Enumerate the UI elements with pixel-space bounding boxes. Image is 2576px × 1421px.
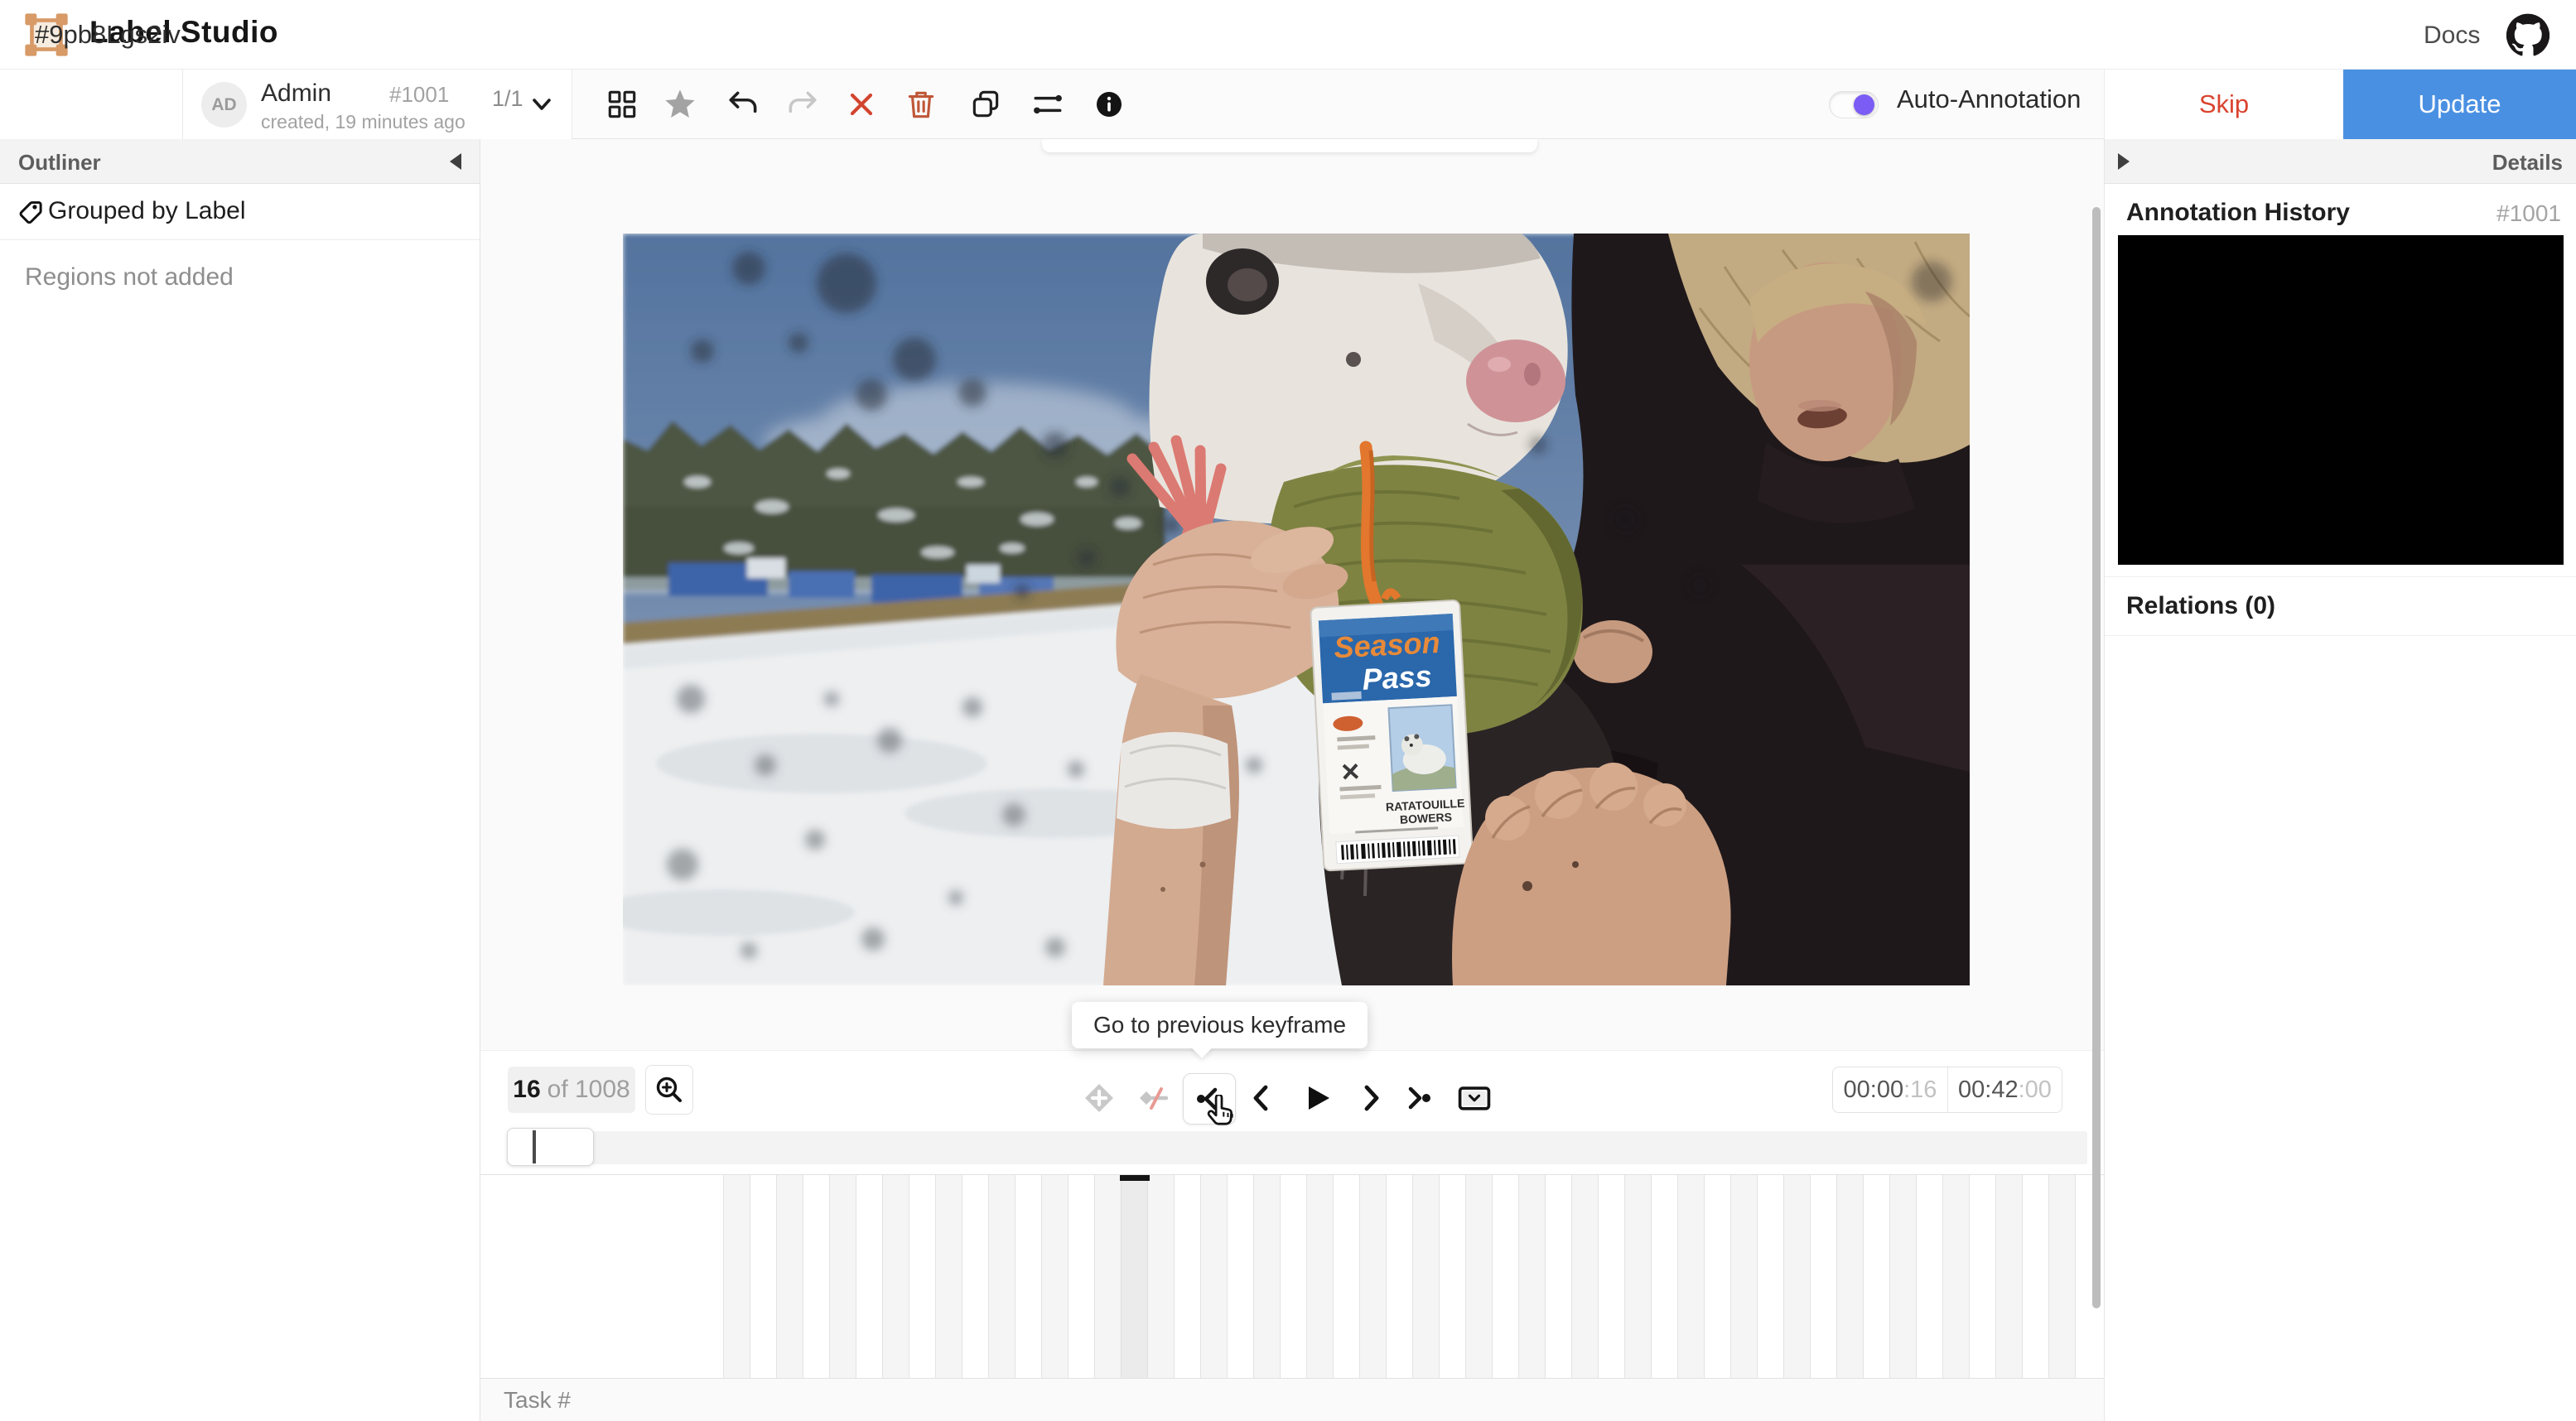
timeline-collapse-icon: [1458, 1086, 1491, 1110]
group-by-label-dropdown[interactable]: Grouped by Label: [0, 184, 480, 240]
outliner-panel: Outliner Grouped by Label Regions not ad…: [0, 139, 480, 1421]
toggle-knob: [1854, 94, 1874, 115]
playhead-cap: [1120, 1175, 1150, 1181]
chevron-left-icon: [1253, 1085, 1268, 1111]
video-frame[interactable]: Season Pass RATATOUILLE BOWERS: [623, 234, 1970, 985]
add-keyframe-button[interactable]: [1081, 1080, 1117, 1116]
collapse-left-icon[interactable]: [450, 153, 461, 170]
seek-position-marker: [533, 1130, 536, 1163]
toggle-timeline-button[interactable]: [1456, 1080, 1493, 1116]
chevron-down-icon[interactable]: [528, 91, 555, 118]
previous-frame-button[interactable]: [1243, 1080, 1280, 1116]
auto-annotation-toggle[interactable]: [1829, 91, 1879, 118]
seek-track[interactable]: [507, 1131, 2087, 1164]
tooltip: Go to previous keyframe: [1072, 1002, 1368, 1048]
sliders-icon: [1034, 94, 1062, 114]
badge-line2: Pass: [1361, 658, 1432, 696]
total-time-main: 00:42: [1958, 1076, 2019, 1103]
task-footer: Task #: [480, 1378, 2104, 1421]
group-by-label-text: Grouped by Label: [48, 197, 246, 224]
docs-link[interactable]: Docs: [2424, 22, 2480, 50]
current-frame: 16: [513, 1076, 541, 1103]
annotation-history-id: #1001: [2496, 200, 2561, 226]
reject-button[interactable]: [842, 84, 881, 124]
badge-name2: BOWERS: [1400, 810, 1453, 826]
annotation-id: #1001: [389, 82, 450, 107]
github-icon[interactable]: [2506, 13, 2549, 56]
task-footer-label: Task #: [504, 1387, 571, 1413]
outliner-header: Outliner: [0, 139, 480, 184]
timeline-frames-grid[interactable]: [723, 1175, 2087, 1378]
app-header: Label Studio Docs: [0, 0, 2576, 70]
current-time-frames: :16: [1903, 1076, 1937, 1103]
star-icon: [665, 89, 695, 118]
annotation-history-title: Annotation History: [2126, 199, 2350, 226]
undo-button[interactable]: [724, 84, 764, 124]
timestamps: 00:00:16 00:42:00: [1832, 1067, 2062, 1113]
seek-handle[interactable]: [507, 1128, 594, 1166]
settings-button[interactable]: [1028, 84, 1068, 124]
task-id: #9pb8Lgs2iv: [35, 20, 181, 49]
grid-view-button[interactable]: [602, 84, 642, 124]
grid-icon: [608, 90, 636, 118]
keyframe-add-icon: [1085, 1084, 1113, 1112]
undo-icon: [729, 91, 757, 113]
floating-toolbar-partial: [1042, 139, 1537, 152]
auto-annotation-label: Auto-Annotation: [1897, 84, 2082, 113]
task-id-cell: [0, 70, 183, 139]
delete-button[interactable]: [901, 84, 941, 124]
skip-button[interactable]: Skip: [2104, 70, 2343, 139]
regions-empty-text: Regions not added: [25, 263, 234, 291]
play-button[interactable]: [1299, 1080, 1335, 1116]
zoom-in-button[interactable]: [645, 1065, 693, 1115]
zoom-in-icon: [656, 1077, 682, 1102]
duplicate-button[interactable]: [966, 84, 1006, 124]
copy-icon: [972, 90, 999, 118]
details-panel: Details Annotation History #1001 Relatio…: [2104, 139, 2576, 1421]
update-button[interactable]: Update: [2343, 70, 2576, 139]
annotation-history-thumbnail: [2118, 235, 2564, 565]
details-header: Details: [2105, 139, 2576, 184]
timeline-playhead[interactable]: [1120, 1175, 1150, 1378]
next-keyframe-icon: [1408, 1086, 1430, 1110]
trash-icon: [908, 91, 934, 118]
annotation-pager: 1/1: [492, 86, 523, 111]
chevron-right-icon: [1364, 1085, 1379, 1111]
previous-keyframe-button[interactable]: [1183, 1073, 1236, 1125]
previous-keyframe-icon: [1197, 1087, 1218, 1110]
outliner-title: Outliner: [18, 150, 101, 175]
star-button[interactable]: [660, 84, 700, 124]
vertical-scrollbar[interactable]: [2092, 207, 2101, 1308]
current-time-main: 00:00: [1843, 1076, 1904, 1103]
play-icon: [1309, 1086, 1329, 1110]
close-icon: [850, 93, 873, 116]
next-frame-button[interactable]: [1353, 1080, 1389, 1116]
toggle-interpolation-button[interactable]: [1136, 1080, 1172, 1116]
expand-right-icon[interactable]: [2118, 153, 2130, 170]
keyframe-interpolation-icon: [1140, 1087, 1169, 1110]
next-keyframe-button[interactable]: [1401, 1080, 1437, 1116]
annotation-created-text: created, 19 minutes ago: [261, 111, 466, 132]
info-button[interactable]: [1089, 84, 1129, 124]
details-title: Details: [2492, 150, 2563, 175]
avatar: AD: [201, 82, 247, 128]
total-frames: of 1008: [547, 1076, 630, 1103]
current-time: 00:00:16: [1833, 1067, 1947, 1112]
tag-icon: [19, 201, 42, 224]
total-time-frames: :00: [2018, 1076, 2052, 1103]
annotator-name: Admin: [261, 79, 332, 107]
redo-icon: [789, 91, 817, 113]
relations-section: Relations (0): [2105, 576, 2576, 636]
total-time: 00:42:00: [1947, 1067, 2062, 1112]
label-studio-app: Label Studio Docs #9pb8Lgs2iv AD Admin c…: [0, 0, 2576, 1421]
info-icon: [1097, 92, 1122, 117]
season-pass-badge: Season Pass RATATOUILLE BOWERS: [1310, 588, 1474, 872]
relations-title: Relations (0): [2126, 592, 2276, 619]
frame-counter[interactable]: 16 of 1008: [508, 1067, 635, 1113]
redo-button[interactable]: [782, 84, 822, 124]
